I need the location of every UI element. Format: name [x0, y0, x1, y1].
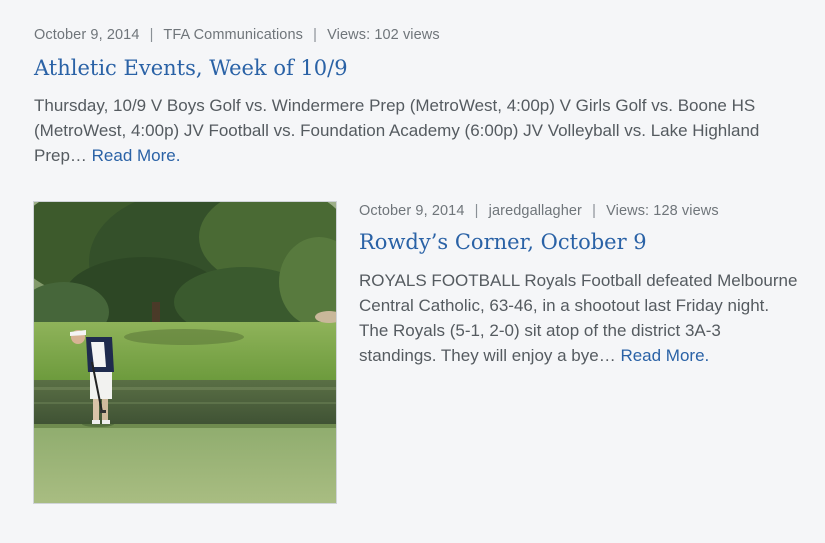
- post-views: Views: 128 views: [606, 203, 719, 219]
- read-more-link[interactable]: Read More.: [92, 146, 181, 165]
- post-author[interactable]: jaredgallagher: [489, 203, 582, 219]
- meta-separator: |: [149, 27, 154, 43]
- post-rowdys-corner: October 9, 2014 | jaredgallagher | Views…: [359, 203, 799, 368]
- meta-separator: |: [313, 27, 318, 43]
- post-athletic-events: October 9, 2014 | TFA Communications | V…: [34, 27, 794, 168]
- post-date: October 9, 2014: [359, 203, 465, 219]
- post-title-link[interactable]: Athletic Events, Week of 10/9: [34, 56, 794, 80]
- post-author[interactable]: TFA Communications: [163, 27, 303, 43]
- meta-separator: |: [592, 203, 596, 219]
- meta-separator: |: [474, 203, 479, 219]
- post-views: Views: 102 views: [327, 27, 440, 43]
- read-more-link[interactable]: Read More.: [620, 346, 709, 365]
- post-excerpt: Thursday, 10/9 V Boys Golf vs. Windermer…: [34, 93, 794, 168]
- post-title-link[interactable]: Rowdy’s Corner, October 9: [359, 230, 799, 254]
- post-thumbnail-golfer-photo[interactable]: [33, 201, 337, 504]
- post-meta: October 9, 2014 | jaredgallagher | Views…: [359, 203, 799, 219]
- excerpt-text: ROYALS FOOTBALL Royals Football defeated…: [359, 271, 798, 365]
- post-date: October 9, 2014: [34, 27, 140, 43]
- post-excerpt: ROYALS FOOTBALL Royals Football defeated…: [359, 268, 799, 368]
- post-meta: October 9, 2014 | TFA Communications | V…: [34, 27, 794, 43]
